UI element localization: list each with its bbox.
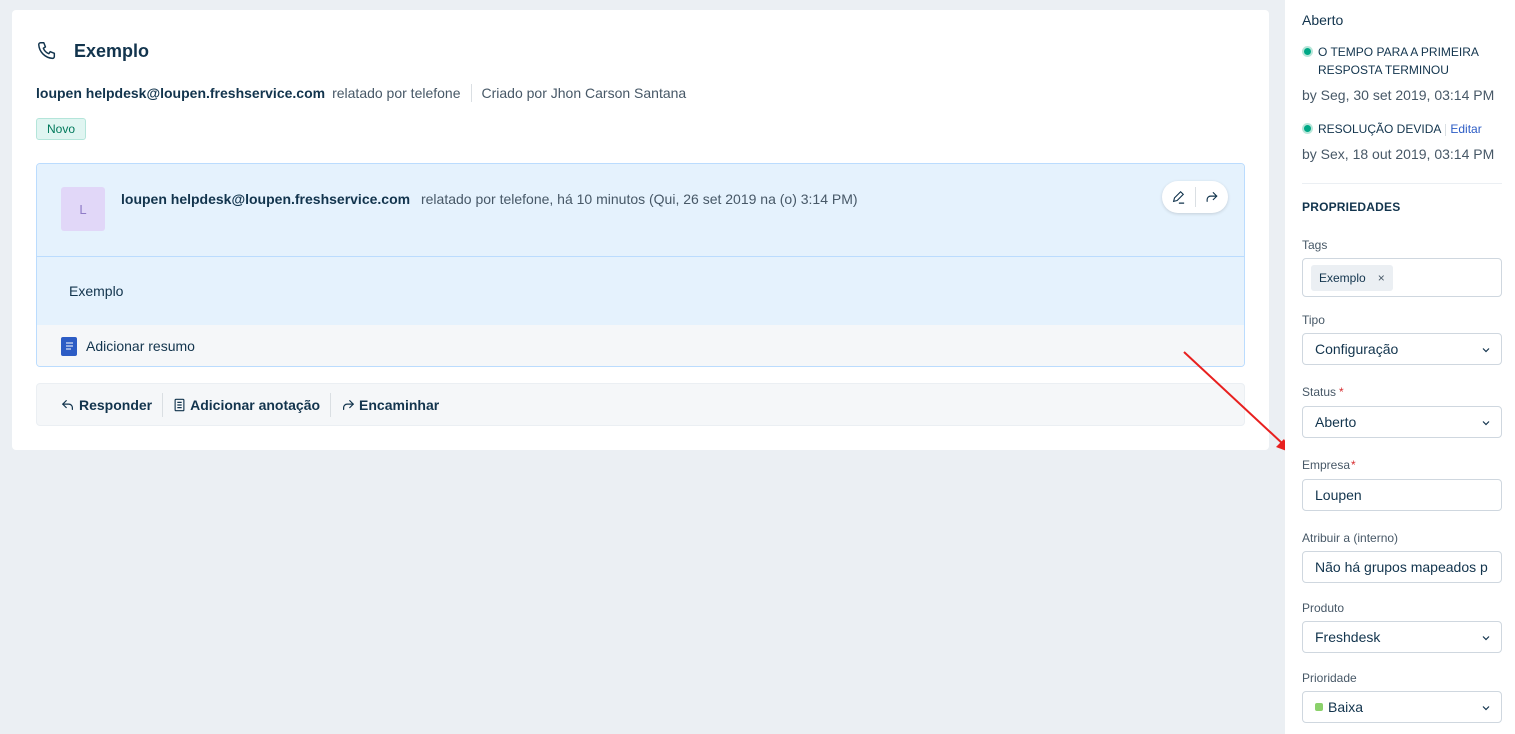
atribuir-field[interactable]: Não há grupos mapeados p [1302, 551, 1502, 583]
tipo-label: Tipo [1302, 313, 1325, 327]
produto-value: Freshdesk [1315, 629, 1381, 645]
ticket-header: Exemplo [36, 40, 149, 62]
tipo-value: Configuração [1315, 341, 1399, 357]
sla-resolution-due: by Sex, 18 out 2019, 03:14 PM [1302, 146, 1495, 162]
reply-button[interactable]: Responder [51, 384, 162, 425]
conversation-header: L loupen helpdesk@loupen.freshservice.co… [37, 164, 1244, 257]
produto-select[interactable]: Freshdesk [1302, 621, 1502, 653]
sla-status-dot [1302, 46, 1313, 57]
forward-icon[interactable] [1195, 181, 1228, 213]
conversation-card: L loupen helpdesk@loupen.freshservice.co… [36, 163, 1245, 367]
tag-chip: Exemplo × [1311, 264, 1393, 291]
chevron-down-icon [1482, 636, 1490, 641]
edit-divider [1445, 123, 1447, 136]
empresa-field[interactable]: Loupen [1302, 479, 1502, 511]
add-summary-label: Adicionar resumo [86, 338, 195, 354]
sidebar-divider [1302, 183, 1502, 184]
chevron-down-icon [1482, 706, 1490, 711]
sla-resolution: RESOLUÇÃO DEVIDA Editar [1302, 120, 1502, 140]
sla-first-response-label: O TEMPO PARA A PRIMEIRA RESPOSTA TERMINO… [1318, 45, 1479, 77]
empresa-label-text: Empresa [1302, 458, 1351, 472]
edit-icon[interactable] [1162, 181, 1195, 213]
conversation-body: Exemplo [37, 257, 1244, 325]
priority-color-dot [1315, 703, 1323, 711]
add-note-label: Adicionar anotação [190, 396, 321, 413]
close-icon[interactable]: × [1378, 271, 1385, 285]
note-icon [174, 398, 185, 411]
edit-link[interactable]: Editar [1450, 122, 1481, 136]
produto-label: Produto [1302, 601, 1345, 615]
reply-toolbar: Responder Adicionar anotação Encaminhar [36, 383, 1245, 426]
required-mark: * [1339, 385, 1344, 399]
prioridade-value: Baixa [1328, 699, 1364, 715]
tag-value: Exemplo [1319, 270, 1366, 285]
reply-label: Responder [79, 396, 153, 413]
tags-label: Tags [1302, 238, 1328, 252]
ticket-meta: loupen helpdesk@loupen.freshservice.com … [36, 84, 686, 102]
conversation-actions [1162, 181, 1228, 213]
properties-sidebar: Aberto O TEMPO PARA A PRIMEIRA RESPOSTA … [1285, 0, 1515, 734]
ticket-status-heading: Aberto [1302, 12, 1344, 28]
sla-first-response: O TEMPO PARA A PRIMEIRA RESPOSTA TERMINO… [1302, 43, 1502, 83]
conversation-requester[interactable]: loupen helpdesk@loupen.freshservice.com [121, 191, 410, 207]
meta-divider [470, 84, 472, 102]
conversation-meta: loupen helpdesk@loupen.freshservice.com … [121, 191, 858, 207]
forward-label: Encaminhar [359, 396, 440, 413]
status-select[interactable]: Aberto [1302, 406, 1502, 438]
chevron-down-icon [1482, 421, 1490, 426]
ticket-card: Exemplo loupen helpdesk@loupen.freshserv… [12, 10, 1269, 450]
sla-first-response-due: by Seg, 30 set 2019, 03:14 PM [1302, 87, 1495, 103]
forward-icon [343, 399, 354, 410]
requester-name[interactable]: loupen helpdesk@loupen.freshservice.com [36, 85, 325, 101]
status-label-text: Status [1302, 385, 1337, 399]
sla-status-dot [1302, 123, 1313, 134]
avatar: L [61, 187, 105, 231]
chevron-down-icon [1482, 348, 1490, 353]
conversation-timestamp: relatado por telefone, há 10 minutos (Qu… [420, 191, 858, 207]
atribuir-label: Atribuir a (interno) [1302, 531, 1399, 545]
status-value: Aberto [1315, 414, 1357, 430]
status-label: Status * [1302, 385, 1344, 399]
add-note-button[interactable]: Adicionar anotação [163, 384, 330, 425]
prioridade-label: Prioridade [1302, 671, 1357, 685]
sla-resolution-label: RESOLUÇÃO DEVIDA [1318, 122, 1442, 136]
tipo-select[interactable]: Configuração [1302, 333, 1502, 365]
prioridade-select[interactable]: Baixa [1302, 691, 1502, 723]
status-badge: Novo [36, 118, 87, 140]
ticket-title: Exemplo [74, 40, 150, 61]
atribuir-value: Não há grupos mapeados p [1315, 559, 1488, 575]
properties-heading: PROPRIEDADES [1302, 200, 1401, 214]
phone-icon [36, 40, 58, 62]
ticket-source: relatado por telefone [332, 85, 461, 101]
empresa-label: Empresa* [1302, 458, 1356, 472]
created-by: Criado por Jhon Carson Santana [481, 85, 687, 101]
document-icon [61, 336, 77, 356]
empresa-value: Loupen [1315, 487, 1362, 503]
reply-icon [62, 399, 73, 410]
tags-input[interactable]: Exemplo × [1302, 258, 1502, 297]
required-mark: * [1351, 458, 1356, 472]
add-summary[interactable]: Adicionar resumo [37, 325, 1244, 366]
forward-button[interactable]: Encaminhar [331, 384, 449, 425]
sla-resolution-row: RESOLUÇÃO DEVIDA Editar [1318, 120, 1498, 138]
